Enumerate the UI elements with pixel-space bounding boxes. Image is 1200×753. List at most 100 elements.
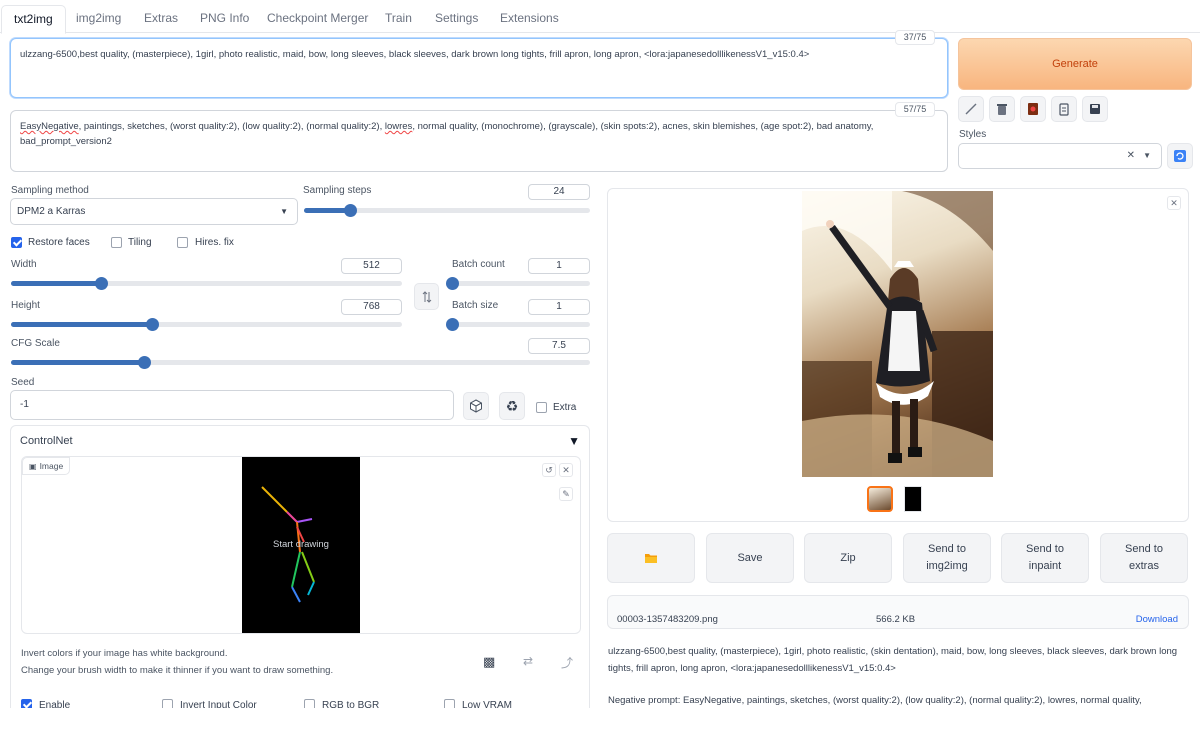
- tab-png-info[interactable]: PNG Info: [188, 5, 261, 32]
- tab-txt2img[interactable]: txt2img: [1, 5, 66, 34]
- batch-count-input[interactable]: 1: [528, 258, 590, 274]
- swap-icon[interactable]: ⇄: [523, 654, 533, 668]
- generate-button[interactable]: Generate: [958, 38, 1192, 90]
- trash-icon: [997, 104, 1007, 115]
- reuse-seed-button[interactable]: ♻: [499, 392, 525, 420]
- page-bottom: [0, 708, 1200, 753]
- negative-prompt-input[interactable]: EasyNegative, paintings, sketches, (wors…: [10, 110, 948, 172]
- prompt-input[interactable]: ulzzang-6500,best quality, (masterpiece)…: [10, 38, 948, 98]
- height-input[interactable]: 768: [341, 299, 402, 315]
- help-text-brush: Change your brush width to make it thinn…: [21, 665, 334, 676]
- controlnet-title: ControlNet: [20, 435, 73, 447]
- clipboard-icon: [1059, 103, 1069, 116]
- chevron-down-icon: ▼: [1143, 151, 1151, 160]
- send-to-inpaint-button[interactable]: Send to inpaint: [1001, 533, 1089, 583]
- cfg-scale-slider[interactable]: [11, 356, 590, 369]
- tab-bar: txt2img img2img Extras PNG Info Checkpoi…: [0, 0, 1200, 34]
- restore-faces-checkbox[interactable]: [11, 237, 22, 248]
- send-to-img2img-button[interactable]: Send to img2img: [903, 533, 991, 583]
- zip-button[interactable]: Zip: [804, 533, 892, 583]
- output-gallery: ✕: [607, 188, 1189, 522]
- maid-photo-icon: [802, 191, 993, 477]
- chevron-down-icon: ▼: [280, 207, 288, 216]
- thumbnail-generated[interactable]: [867, 486, 893, 512]
- sampling-steps-label: Sampling steps: [303, 185, 372, 196]
- help-text-invert: Invert colors if your image has white ba…: [21, 648, 228, 659]
- camera-icon[interactable]: ▩: [483, 654, 495, 670]
- width-slider[interactable]: [11, 277, 402, 290]
- image-tag: ▣ Image: [22, 457, 71, 475]
- cfg-scale-label: CFG Scale: [11, 338, 60, 349]
- download-link[interactable]: Download: [1136, 614, 1178, 625]
- hires-fix-checkbox[interactable]: [177, 237, 188, 248]
- undo-icon[interactable]: ↺: [542, 463, 556, 477]
- tab-checkpoint-merger[interactable]: Checkpoint Merger: [255, 5, 380, 32]
- sampling-method-select[interactable]: DPM2 a Karras ▼: [10, 198, 298, 225]
- extra-seed-checkbox[interactable]: [536, 402, 547, 413]
- curve-arrow-icon[interactable]: ⤴: [561, 654, 573, 671]
- slider-handle[interactable]: [343, 204, 357, 217]
- prompt-token-counter: 37/75: [895, 30, 935, 45]
- apply-style-button[interactable]: [1051, 96, 1077, 122]
- tab-extras[interactable]: Extras: [132, 5, 190, 32]
- tab-extensions[interactable]: Extensions: [488, 5, 571, 32]
- swap-dimensions-button[interactable]: [414, 283, 439, 310]
- negative-token-counter: 57/75: [895, 102, 935, 117]
- tab-img2img[interactable]: img2img: [64, 5, 133, 32]
- batch-size-slider[interactable]: [446, 318, 590, 331]
- controlnet-image-canvas[interactable]: ▣ Image Start drawing ↺ ✕ ✎: [21, 456, 581, 634]
- refresh-icon: [1174, 150, 1186, 162]
- save-style-button[interactable]: [1082, 96, 1108, 122]
- slider-handle[interactable]: [446, 277, 459, 290]
- read-params-button[interactable]: [958, 96, 984, 122]
- image-tag-label: Image: [39, 461, 64, 471]
- slider-handle[interactable]: [94, 277, 108, 290]
- height-slider[interactable]: [11, 318, 402, 331]
- batch-count-slider[interactable]: [446, 277, 590, 290]
- clear-prompt-button[interactable]: [989, 96, 1015, 122]
- recycle-icon: ♻: [505, 397, 519, 414]
- generated-image[interactable]: [802, 191, 993, 477]
- extra-networks-button[interactable]: [1020, 96, 1046, 122]
- batch-size-label: Batch size: [452, 300, 499, 311]
- sampling-method-label: Sampling method: [11, 185, 89, 196]
- height-label: Height: [11, 300, 40, 311]
- width-input[interactable]: 512: [341, 258, 402, 274]
- tab-settings[interactable]: Settings: [423, 5, 490, 32]
- file-name: 00003-1357483209.png: [617, 614, 718, 625]
- controlnet-panel: ControlNet ▼ ▣ Image Start drawing ↺ ✕ ✎ …: [10, 425, 590, 715]
- thumbnail-pose[interactable]: [904, 486, 922, 512]
- close-icon[interactable]: ✕: [559, 463, 573, 477]
- slider-handle[interactable]: [446, 318, 459, 331]
- hires-fix-label: Hires. fix: [195, 237, 234, 248]
- generation-info-negative: Negative prompt: EasyNegative, paintings…: [608, 695, 1142, 706]
- sampling-steps-input[interactable]: 24: [528, 184, 590, 200]
- swap-arrows-icon: [422, 290, 431, 303]
- tiling-checkbox[interactable]: [111, 237, 122, 248]
- slider-handle[interactable]: [145, 318, 159, 331]
- cfg-scale-input[interactable]: 7.5: [528, 338, 590, 354]
- seed-input[interactable]: -1: [10, 390, 454, 420]
- close-icon[interactable]: ✕: [1167, 196, 1181, 210]
- open-folder-button[interactable]: [607, 533, 695, 583]
- file-info-bar: 00003-1357483209.png 566.2 KB Download: [607, 595, 1189, 629]
- slider-handle[interactable]: [138, 356, 152, 369]
- collapse-triangle-icon[interactable]: ▼: [568, 434, 580, 448]
- restore-faces-label: Restore faces: [28, 237, 90, 248]
- extra-seed-label: Extra: [553, 402, 577, 413]
- save-button[interactable]: Save: [706, 533, 794, 583]
- file-size: 566.2 KB: [876, 614, 916, 625]
- floppy-disk-icon: [1090, 104, 1100, 114]
- negative-underlined-word: lowres: [384, 121, 413, 132]
- batch-size-input[interactable]: 1: [528, 299, 590, 315]
- styles-dropdown[interactable]: ✕ ▼: [958, 143, 1162, 169]
- clear-icon[interactable]: ✕: [1127, 150, 1135, 161]
- send-to-extras-button[interactable]: Send to extras: [1100, 533, 1188, 583]
- sampling-steps-slider[interactable]: [304, 204, 590, 217]
- batch-count-label: Batch count: [452, 259, 505, 270]
- generation-info-prompt: ulzzang-6500,best quality, (masterpiece)…: [608, 646, 1178, 674]
- tab-train[interactable]: Train: [373, 5, 424, 32]
- brush-icon[interactable]: ✎: [559, 487, 573, 501]
- random-seed-button[interactable]: [463, 392, 489, 420]
- refresh-styles-button[interactable]: [1167, 143, 1193, 169]
